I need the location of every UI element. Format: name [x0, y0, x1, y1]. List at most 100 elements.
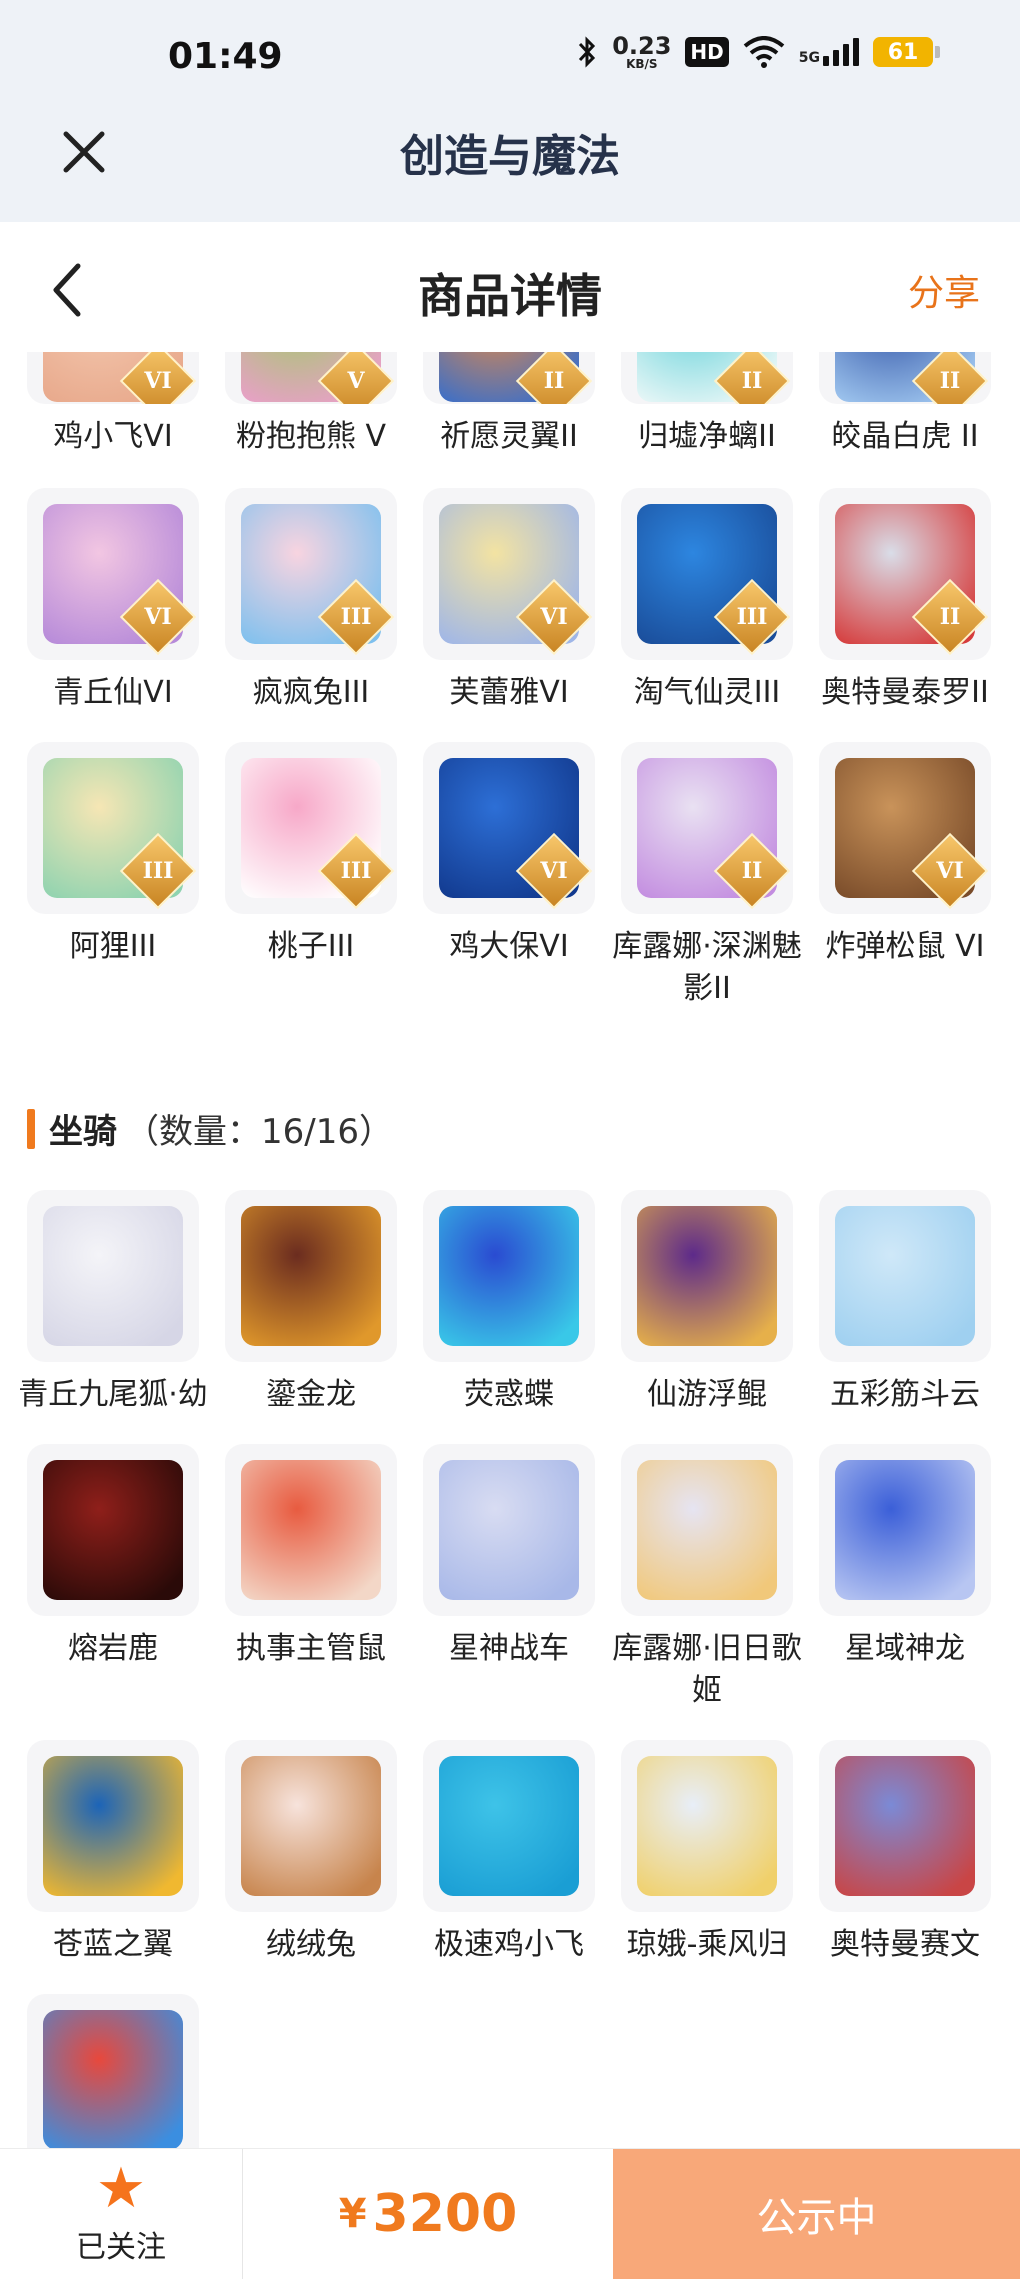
item-thumbnail[interactable]	[27, 1994, 199, 2148]
item-image	[43, 1206, 183, 1346]
item-name: 绒绒兔	[266, 1927, 356, 1962]
grid-item[interactable]: III 疯疯兔III	[225, 488, 397, 714]
grid-item[interactable]: 库露娜·旧日歌姬	[612, 1444, 802, 1712]
grid-item[interactable]: 仙游浮鲲	[621, 1190, 793, 1416]
item-image	[439, 1206, 579, 1346]
grid-item[interactable]: II 库露娜·深渊魅影II	[612, 742, 802, 1010]
grid-item[interactable]: VI 炸弹松鼠 VI	[819, 742, 991, 1010]
item-name: 芙蕾雅VI	[449, 675, 569, 710]
share-button[interactable]: 分享	[908, 264, 980, 316]
grid-item[interactable]: 熔岩鹿	[27, 1444, 199, 1712]
item-thumbnail[interactable]: V	[225, 352, 397, 404]
star-icon: ★	[95, 2156, 147, 2221]
item-thumbnail[interactable]: VI	[423, 742, 595, 914]
item-thumbnail[interactable]: VI	[27, 488, 199, 660]
grid-item[interactable]: 青丘九尾狐·幼	[18, 1190, 208, 1416]
item-thumbnail[interactable]: III	[621, 488, 793, 660]
item-thumbnail[interactable]	[819, 1740, 991, 1912]
mounts-grid: 青丘九尾狐·幼 鎏金龙 荧惑蝶 仙游浮鲲 五彩筋斗云熔岩鹿 执事主管鼠 星神战车 库露娜·旧日…	[18, 1190, 1007, 2148]
currency-symbol: ¥	[338, 2191, 367, 2237]
grid-item[interactable]: VI 芙蕾雅VI	[423, 488, 595, 714]
grid-item[interactable]: 星域神龙	[819, 1444, 991, 1712]
grid-item[interactable]: II 祈愿灵翼II	[423, 352, 595, 458]
item-name: 荧惑蝶	[464, 1377, 554, 1412]
grid-item[interactable]: II 奥特曼泰罗II	[819, 488, 991, 714]
grid-item[interactable]: 鎏金龙	[225, 1190, 397, 1416]
item-image	[241, 1460, 381, 1600]
item-thumbnail[interactable]: III	[225, 742, 397, 914]
grid-item[interactable]: 执事主管鼠	[225, 1444, 397, 1712]
grid-item[interactable]: VI 青丘仙VI	[27, 488, 199, 714]
item-thumbnail[interactable]	[27, 1190, 199, 1362]
item-thumbnail[interactable]	[225, 1444, 397, 1616]
item-thumbnail[interactable]	[819, 1190, 991, 1362]
grid-item[interactable]: 绒绒兔	[225, 1740, 397, 1966]
grid-item[interactable]: III 桃子III	[225, 742, 397, 1010]
grid-item[interactable]: 苍蓝之翼	[27, 1740, 199, 1966]
item-thumbnail[interactable]: VI	[819, 742, 991, 914]
item-name: 极速鸡小飞	[434, 1927, 584, 1962]
item-name: 仙游浮鲲	[647, 1377, 767, 1412]
item-name: 五彩筋斗云	[830, 1377, 980, 1412]
item-name: 库露娜·旧日歌姬	[612, 1631, 802, 1708]
item-thumbnail[interactable]: VI	[27, 352, 199, 404]
status-button[interactable]: 公示中	[613, 2149, 1020, 2279]
grid-item[interactable]: 星神战车	[423, 1444, 595, 1712]
grid-item[interactable]	[27, 1994, 199, 2148]
item-image	[241, 1206, 381, 1346]
grid-item[interactable]: 荧惑蝶	[423, 1190, 595, 1416]
bottom-bar: ★ 已关注 ¥ 3200 公示中	[0, 2148, 1020, 2279]
item-image	[241, 1756, 381, 1896]
item-thumbnail[interactable]	[423, 1444, 595, 1616]
grid-item[interactable]: III 阿狸III	[27, 742, 199, 1010]
grid-item[interactable]: II 归墟净螭II	[621, 352, 793, 458]
item-name: 执事主管鼠	[236, 1631, 386, 1666]
item-list[interactable]: VI 鸡小飞VI V 粉抱抱熊 V II 祈愿灵翼II II 归墟净螭II II 皎晶白虎 II …	[0, 352, 1020, 2148]
network-speed: 0.23 KB/S	[612, 32, 672, 71]
item-thumbnail[interactable]: II	[819, 352, 991, 404]
item-name: 疯疯兔III	[252, 675, 370, 710]
item-thumbnail[interactable]	[423, 1190, 595, 1362]
grid-item[interactable]: 奥特曼赛文	[819, 1740, 991, 1966]
item-name: 奥特曼赛文	[830, 1927, 980, 1962]
follow-button[interactable]: ★ 已关注	[0, 2149, 243, 2279]
item-thumbnail[interactable]: VI	[423, 488, 595, 660]
status-icons: 0.23 KB/S HD 5G 61	[576, 34, 940, 70]
item-image	[43, 1460, 183, 1600]
item-image	[637, 1460, 777, 1600]
grid-item[interactable]: III 淘气仙灵III	[621, 488, 793, 714]
item-thumbnail[interactable]	[819, 1444, 991, 1616]
status-time: 01:49	[168, 36, 283, 77]
battery-icon: 61	[873, 37, 940, 67]
item-image	[43, 1756, 183, 1896]
item-thumbnail[interactable]: II	[819, 488, 991, 660]
grid-item[interactable]: 五彩筋斗云	[819, 1190, 991, 1416]
grid-item[interactable]: II 皎晶白虎 II	[819, 352, 991, 458]
item-thumbnail[interactable]: II	[621, 352, 793, 404]
item-thumbnail[interactable]: II	[621, 742, 793, 914]
item-thumbnail[interactable]	[27, 1740, 199, 1912]
item-name: 鸡小飞VI	[53, 419, 173, 454]
item-thumbnail[interactable]	[423, 1740, 595, 1912]
follow-label: 已关注	[76, 2230, 166, 2265]
item-thumbnail[interactable]	[225, 1190, 397, 1362]
item-thumbnail[interactable]	[621, 1444, 793, 1616]
item-thumbnail[interactable]	[225, 1740, 397, 1912]
pets-grid: VI 青丘仙VI III 疯疯兔III VI 芙蕾雅VI III 淘气仙灵III II 奥特曼泰罗…	[27, 488, 1007, 1010]
grid-item[interactable]: 极速鸡小飞	[423, 1740, 595, 1966]
item-thumbnail[interactable]: II	[423, 352, 595, 404]
item-thumbnail[interactable]: III	[27, 742, 199, 914]
item-thumbnail[interactable]: III	[225, 488, 397, 660]
item-thumbnail[interactable]	[621, 1190, 793, 1362]
grid-item[interactable]: VI 鸡小飞VI	[27, 352, 199, 458]
item-thumbnail[interactable]	[621, 1740, 793, 1912]
wifi-icon	[743, 36, 785, 68]
grid-item[interactable]: V 粉抱抱熊 V	[225, 352, 397, 458]
item-thumbnail[interactable]	[27, 1444, 199, 1616]
item-name: 苍蓝之翼	[53, 1927, 173, 1962]
item-name: 鎏金龙	[266, 1377, 356, 1412]
item-name: 淘气仙灵III	[633, 675, 781, 710]
grid-item[interactable]: VI 鸡大保VI	[423, 742, 595, 1010]
grid-item[interactable]: 琼娥-乘风归	[621, 1740, 793, 1966]
item-name: 祈愿灵翼II	[440, 419, 578, 454]
